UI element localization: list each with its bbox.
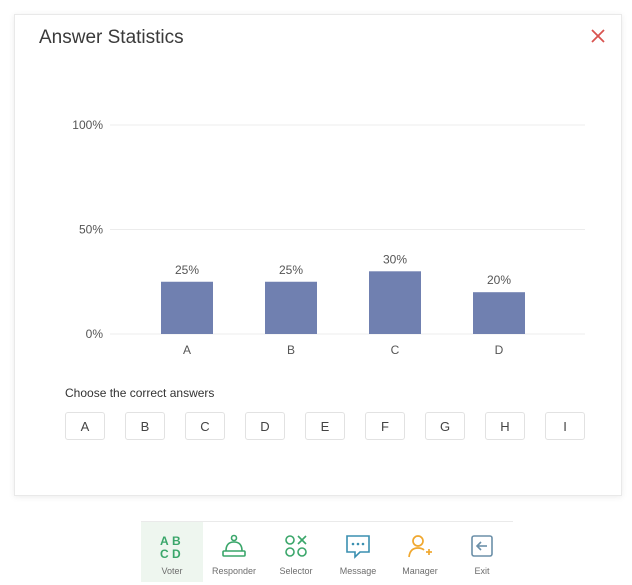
x-tick-label: C	[391, 343, 400, 357]
message-icon	[344, 532, 372, 560]
toolbar-responder-button[interactable]: Responder	[203, 522, 265, 582]
voter-icon: A B C D	[157, 532, 187, 560]
toolbar-manager-button[interactable]: Manager	[389, 522, 451, 582]
bar-value-label: 20%	[487, 273, 511, 287]
svg-text:A: A	[160, 534, 169, 548]
answer-option-d[interactable]: D	[245, 412, 285, 440]
bar-value-label: 30%	[383, 252, 407, 266]
toolbar-label: Voter	[161, 566, 183, 576]
toolbar-voter-button[interactable]: A B C D Voter	[141, 522, 203, 582]
bar-value-label: 25%	[279, 263, 303, 277]
x-tick-label: D	[495, 343, 504, 357]
answer-option-b[interactable]: B	[125, 412, 165, 440]
y-tick-label: 0%	[86, 327, 104, 341]
bar-d	[473, 292, 525, 334]
answer-option-h[interactable]: H	[485, 412, 525, 440]
answer-option-f[interactable]: F	[365, 412, 405, 440]
answer-statistics-dialog: Answer Statistics 100% 50% 0% 25% A 25% B 30% C 2…	[14, 14, 622, 496]
toolbar-exit-button[interactable]: Exit	[451, 522, 513, 582]
toolbar-message-button[interactable]: Message	[327, 522, 389, 582]
answer-option-a[interactable]: A	[65, 412, 105, 440]
bar-b	[265, 281, 317, 334]
stage: Answer Statistics 100% 50% 0% 25% A 25% B 30% C 2…	[0, 0, 632, 585]
svg-text:C: C	[160, 547, 169, 560]
toolbar-label: Manager	[402, 566, 438, 576]
selector-icon	[282, 532, 310, 560]
bottom-toolbar: A B C D Voter Responder Selector Message	[141, 521, 513, 585]
toolbar-label: Message	[339, 566, 377, 576]
responder-icon	[220, 532, 248, 560]
y-tick-label: 50%	[79, 223, 103, 237]
svg-text:D: D	[172, 547, 181, 560]
manager-icon	[406, 532, 434, 560]
toolbar-label: Selector	[279, 566, 313, 576]
answer-option-i[interactable]: I	[545, 412, 585, 440]
bar-value-label: 25%	[175, 263, 199, 277]
answer-option-e[interactable]: E	[305, 412, 345, 440]
bar-c	[369, 271, 421, 334]
exit-icon	[468, 532, 496, 560]
answer-option-g[interactable]: G	[425, 412, 465, 440]
y-tick-label: 100%	[72, 118, 103, 132]
svg-text:B: B	[172, 534, 181, 548]
bar-chart: 100% 50% 0% 25% A 25% B 30% C 20% D	[15, 15, 621, 365]
bar-a	[161, 281, 213, 334]
answer-option-c[interactable]: C	[185, 412, 225, 440]
x-tick-label: A	[183, 343, 191, 357]
toolbar-label: Exit	[474, 566, 490, 576]
toolbar-selector-button[interactable]: Selector	[265, 522, 327, 582]
choose-answers-label: Choose the correct answers	[65, 386, 215, 400]
toolbar-label: Responder	[211, 566, 257, 576]
chart-svg: 100% 50% 0% 25% A 25% B 30% C 20% D	[72, 118, 585, 357]
x-tick-label: B	[287, 343, 295, 357]
